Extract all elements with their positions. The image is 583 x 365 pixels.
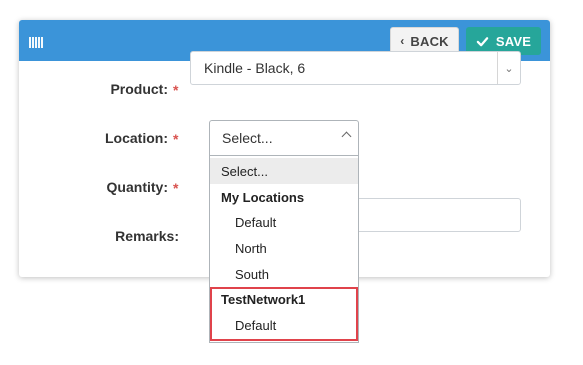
product-value: Kindle - Black, 6 xyxy=(204,60,306,76)
quantity-label: Quantity: xyxy=(106,179,168,195)
check-icon xyxy=(476,36,489,46)
option-north[interactable]: North xyxy=(210,235,358,261)
location-dropdown: Select... My Locations Default North Sou… xyxy=(209,156,359,343)
remarks-input[interactable] xyxy=(339,198,521,232)
back-label: BACK xyxy=(410,33,449,49)
product-required-mark: * xyxy=(173,82,179,98)
option-placeholder[interactable]: Select... xyxy=(210,158,358,184)
quantity-required-mark: * xyxy=(173,180,179,196)
location-select[interactable]: Select... xyxy=(209,120,359,156)
location-required-mark: * xyxy=(173,131,179,147)
chevron-down-icon: ⌄ xyxy=(497,52,520,84)
product-label: Product: xyxy=(110,81,168,97)
chevron-up-icon xyxy=(341,131,352,142)
chevron-left-icon: ‹ xyxy=(400,34,405,48)
product-select[interactable]: Kindle - Black, 6 ⌄ xyxy=(190,51,521,85)
save-label: SAVE xyxy=(495,33,532,49)
location-value: Select... xyxy=(222,130,273,146)
location-label: Location: xyxy=(105,130,168,146)
option-south[interactable]: South xyxy=(210,261,358,287)
bars-icon xyxy=(29,37,43,48)
remarks-label: Remarks: xyxy=(115,228,179,244)
option-my-locations-default[interactable]: Default xyxy=(210,209,358,235)
option-testnetwork1-default[interactable]: Default xyxy=(210,312,358,338)
option-group-testnetwork1: TestNetwork1 xyxy=(221,291,306,307)
option-group-my-locations: My Locations xyxy=(221,189,305,205)
